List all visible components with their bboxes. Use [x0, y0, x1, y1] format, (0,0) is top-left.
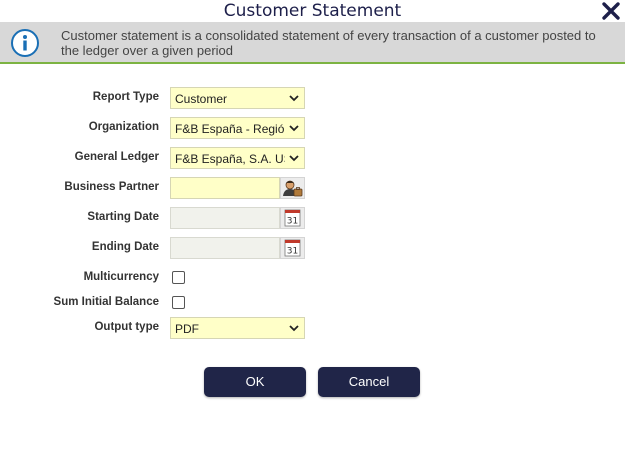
calendar-icon: 31 — [284, 239, 301, 257]
report-type-value: Customer — [175, 92, 228, 106]
general-ledger-value: F&B España, S.A. US/A/Euro — [175, 152, 285, 166]
output-type-select[interactable]: PDF — [170, 317, 305, 339]
calendar-icon: 31 — [284, 209, 301, 227]
multicurrency-row: Multicurrency — [0, 267, 625, 289]
sum-initial-balance-label: Sum Initial Balance — [53, 296, 159, 308]
organization-select[interactable]: F&B España - Región Norte — [170, 117, 305, 139]
organization-value: F&B España - Región Norte — [175, 122, 285, 136]
ending-date-row: Ending Date 31 — [0, 237, 625, 259]
info-bar: Customer statement is a consolidated sta… — [0, 22, 625, 64]
output-type-row: Output type PDF — [0, 317, 625, 339]
ok-button[interactable]: OK — [204, 367, 306, 397]
calendar-day-text: 31 — [287, 217, 298, 227]
organization-label: Organization — [88, 121, 159, 133]
chevron-down-icon — [289, 325, 299, 332]
general-ledger-select[interactable]: F&B España, S.A. US/A/Euro — [170, 147, 305, 169]
ending-date-calendar-button[interactable]: 31 — [280, 237, 305, 259]
ending-date-label: Ending Date — [91, 241, 159, 253]
starting-date-row: Starting Date 31 — [0, 207, 625, 229]
chevron-down-icon — [289, 125, 299, 132]
dialog-title: Customer Statement — [223, 1, 402, 21]
info-icon — [11, 29, 39, 57]
multicurrency-checkbox[interactable] — [172, 271, 185, 284]
organization-row: Organization F&B España - Región Norte — [0, 117, 625, 139]
ending-date-input[interactable] — [170, 237, 280, 259]
business-partner-icon — [283, 180, 303, 197]
starting-date-label: Starting Date — [87, 211, 159, 223]
multicurrency-label: Multicurrency — [83, 271, 159, 283]
chevron-down-icon — [289, 155, 299, 162]
report-type-row: Report Type Customer — [0, 87, 625, 109]
chevron-down-icon — [289, 95, 299, 102]
sum-initial-balance-row: Sum Initial Balance — [0, 292, 625, 314]
report-type-label: Report Type — [92, 91, 159, 103]
sum-initial-balance-checkbox[interactable] — [172, 296, 185, 309]
business-partner-input[interactable] — [170, 177, 280, 199]
close-icon[interactable] — [601, 1, 621, 21]
general-ledger-row: General Ledger F&B España, S.A. US/A/Eur… — [0, 147, 625, 169]
business-partner-search-button[interactable] — [280, 177, 305, 199]
dialog-titlebar: Customer Statement — [0, 0, 625, 22]
general-ledger-label: General Ledger — [74, 151, 159, 163]
business-partner-row: Business Partner — [0, 177, 625, 199]
report-type-select[interactable]: Customer — [170, 87, 305, 109]
cancel-button[interactable]: Cancel — [318, 367, 420, 397]
calendar-day-text: 31 — [287, 247, 298, 257]
starting-date-input[interactable] — [170, 207, 280, 229]
starting-date-calendar-button[interactable]: 31 — [280, 207, 305, 229]
output-type-label: Output type — [94, 321, 159, 333]
info-message: Customer statement is a consolidated sta… — [61, 28, 596, 58]
output-type-value: PDF — [175, 322, 199, 336]
business-partner-label: Business Partner — [64, 181, 159, 193]
